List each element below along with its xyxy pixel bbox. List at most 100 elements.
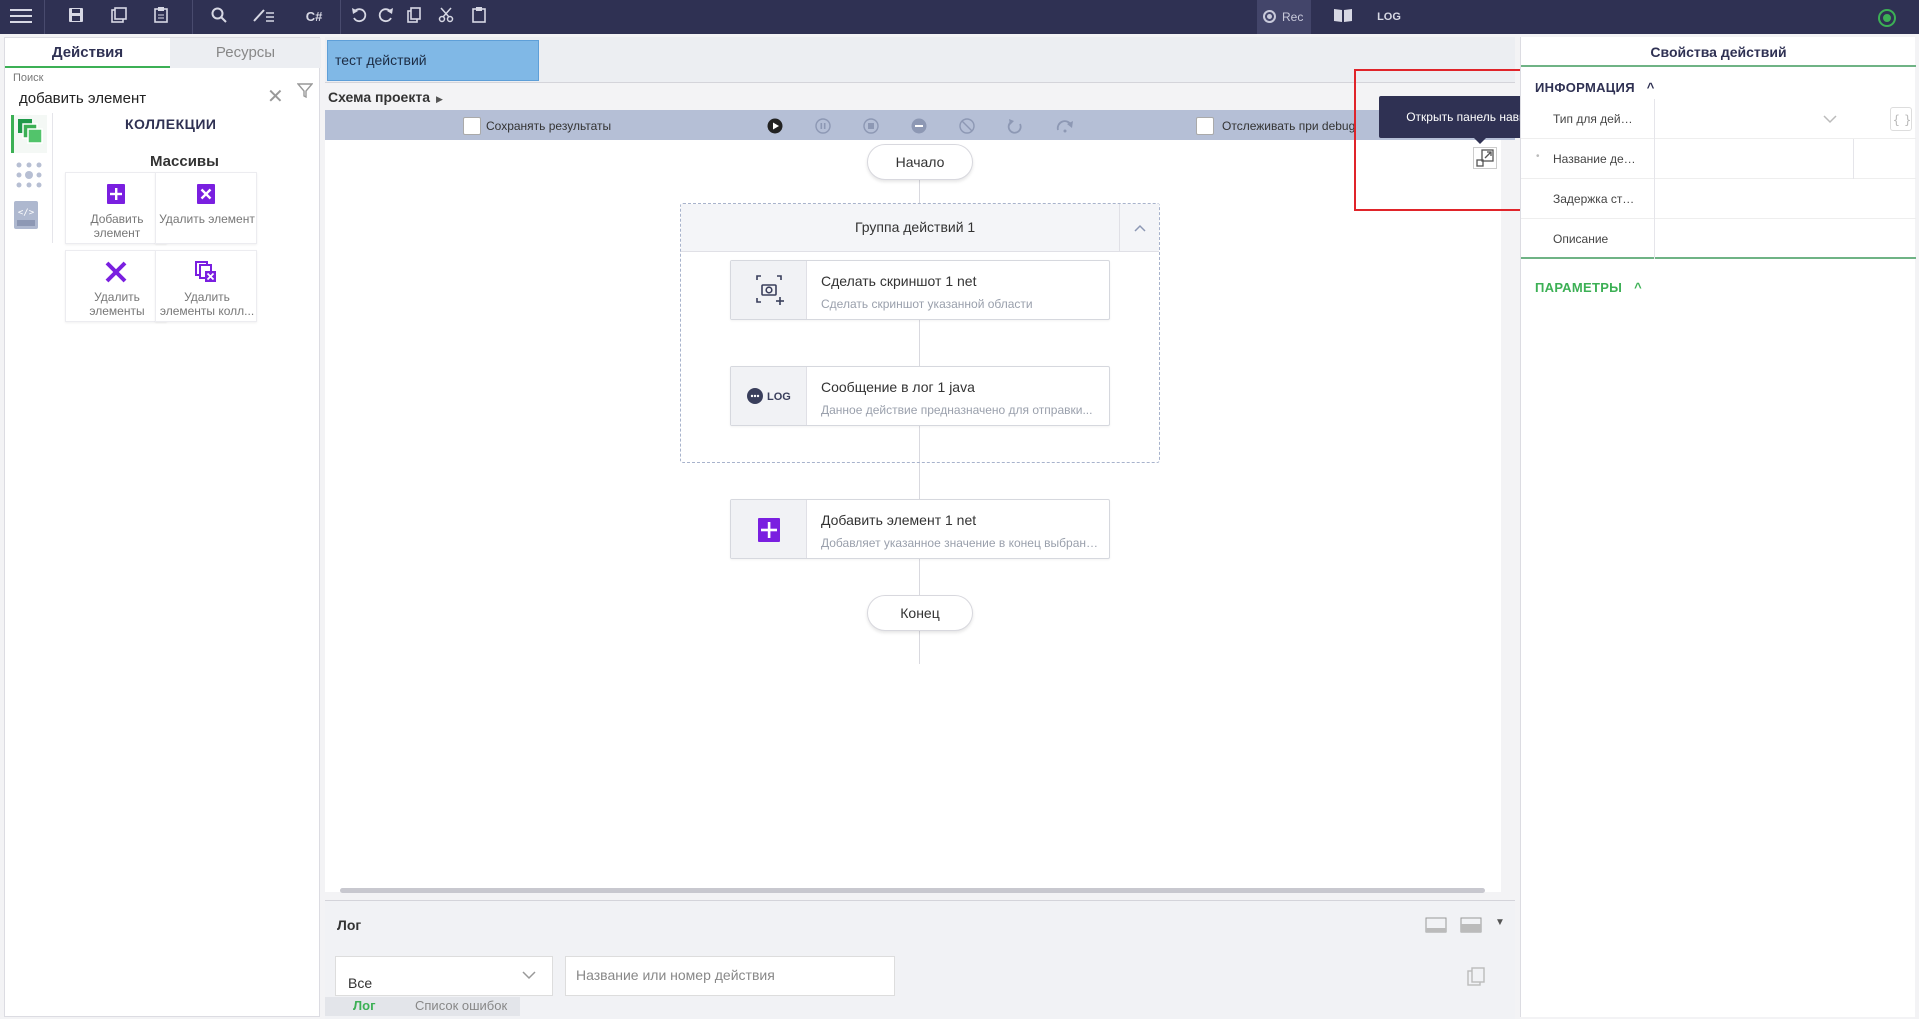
run-icon[interactable]: [767, 118, 783, 134]
add-element-icon: [731, 500, 807, 558]
chevron-down-icon[interactable]: ▼: [1495, 917, 1505, 928]
document-tab[interactable]: тест действий: [327, 40, 539, 81]
copy-icon[interactable]: [403, 7, 425, 27]
redo-icon[interactable]: [375, 7, 397, 27]
csharp-icon[interactable]: C#: [302, 7, 326, 27]
description-field[interactable]: [1654, 219, 1894, 259]
properties-panel-title: Свойства действий: [1521, 37, 1916, 67]
params-section-label: ПАРАМЕТРЫ: [1535, 280, 1623, 295]
disable-icon[interactable]: [959, 118, 975, 134]
category-title: КОЛЛЕКЦИИ: [125, 116, 217, 132]
log-panel: Лог ▼ Все Название или номер действия Ло…: [325, 900, 1515, 1019]
action-card-label: Удалить элемент: [159, 212, 255, 226]
start-node[interactable]: Начало: [867, 144, 973, 180]
tab-resources[interactable]: Ресурсы: [170, 38, 321, 68]
action-card-label: Удалить элементы колл...: [159, 290, 255, 318]
cut-icon[interactable]: [435, 7, 457, 27]
search-icon[interactable]: [208, 7, 230, 27]
copy-log-icon[interactable]: [1467, 967, 1485, 992]
action-card-add-element[interactable]: Добавить элемент: [65, 172, 167, 244]
save-results-label: Сохранять результаты: [486, 119, 612, 133]
log-level-value: Все: [348, 975, 373, 991]
save-results-checkbox[interactable]: [463, 117, 481, 135]
stop-icon[interactable]: [863, 118, 879, 134]
tab-log[interactable]: Лог: [353, 998, 375, 1013]
info-section-header[interactable]: ИНФОРМАЦИЯ ^: [1535, 80, 1655, 95]
breadcrumb[interactable]: Схема проекта ▶: [328, 89, 443, 105]
action-node-log-message[interactable]: LOG Сообщение в лог 1 java Данное действ…: [730, 366, 1110, 426]
restart-icon[interactable]: [1007, 118, 1023, 134]
action-node-title: Сообщение в лог 1 java: [821, 379, 975, 395]
end-node[interactable]: Конец: [867, 595, 973, 631]
horizontal-scrollbar[interactable]: [340, 888, 1485, 893]
log-toggle-button[interactable]: LOG: [1374, 7, 1404, 27]
record-label: Rec: [1282, 10, 1304, 24]
menu-icon[interactable]: [10, 7, 32, 27]
category-rail: </>: [5, 113, 53, 243]
property-label: Название дей...: [1553, 152, 1638, 166]
layout-bottom-icon[interactable]: [1425, 917, 1447, 933]
action-node-title: Добавить элемент 1 net: [821, 512, 977, 528]
property-row-type: Тип для действ... { }: [1521, 99, 1916, 139]
layout-split-icon[interactable]: [1460, 917, 1482, 933]
xml-category-icon[interactable]: </>: [11, 199, 47, 237]
collapse-chevron-icon[interactable]: [1119, 204, 1159, 252]
actions-panel: Действия Ресурсы Поиск добавить элемент …: [4, 37, 321, 1017]
tab-actions[interactable]: Действия: [5, 38, 170, 68]
track-debug-checkbox[interactable]: [1196, 117, 1214, 135]
undo-icon[interactable]: [348, 7, 370, 27]
action-name-field[interactable]: [1654, 139, 1854, 179]
remove-element-icon: [194, 182, 218, 206]
variable-icon[interactable]: { }: [1890, 107, 1912, 131]
save-icon[interactable]: [65, 7, 87, 27]
action-card-remove-element[interactable]: Удалить элемент: [155, 172, 257, 244]
collections-category-icon[interactable]: [11, 115, 47, 153]
params-section-header[interactable]: ПАРАМЕТРЫ ^: [1535, 280, 1642, 295]
action-group-header[interactable]: Группа действий 1: [681, 204, 1159, 252]
debug-toolbar: Сохранять результаты Отслеживать при deb…: [325, 110, 1515, 140]
log-level-select[interactable]: Все: [335, 956, 553, 996]
search-input[interactable]: добавить элемент: [19, 90, 259, 107]
log-tabs: Лог Список ошибок: [325, 997, 520, 1016]
flow-canvas: Начало Группа действий 1 Сделать скриншо…: [325, 140, 1501, 892]
log-panel-title: Лог: [337, 917, 362, 933]
action-node-add-element[interactable]: Добавить элемент 1 net Добавляет указанн…: [730, 499, 1110, 559]
record-button[interactable]: Rec: [1257, 0, 1311, 34]
minus-icon[interactable]: [911, 118, 927, 134]
clipboard-icon[interactable]: [150, 7, 172, 27]
property-row-description: Описание: [1521, 219, 1916, 259]
property-row-delay: Задержка ста...: [1521, 179, 1916, 219]
property-label: Тип для действ...: [1553, 112, 1638, 126]
log-search-input[interactable]: Название или номер действия: [565, 956, 895, 996]
step-over-icon[interactable]: [1055, 118, 1075, 134]
top-toolbar: C# Rec LOG: [0, 0, 1919, 34]
action-card-remove-collection-elements[interactable]: Удалить элементы колл...: [155, 250, 257, 322]
breadcrumb-arrow-icon: ▶: [436, 94, 443, 104]
paste-icon[interactable]: [468, 7, 490, 27]
action-type-select[interactable]: [1654, 99, 1851, 139]
edit-icon[interactable]: [252, 7, 274, 27]
save-as-icon[interactable]: [108, 7, 130, 27]
project-workspace: тест действий Схема проекта ▶ Сохранять р…: [325, 37, 1515, 1017]
chevron-down-icon: [1823, 115, 1837, 124]
left-panel-tabs: Действия Ресурсы: [5, 38, 321, 68]
action-node-description: Сделать скриншот указанной области: [821, 297, 1033, 311]
action-card-remove-elements[interactable]: Удалить элементы: [65, 250, 167, 322]
pause-icon[interactable]: [815, 118, 831, 134]
property-row-name: • Название дей...: [1521, 139, 1916, 179]
action-group-title: Группа действий 1: [855, 219, 976, 235]
tab-error-list[interactable]: Список ошибок: [415, 998, 507, 1013]
property-label: Задержка ста...: [1553, 192, 1638, 206]
search-label: Поиск: [13, 72, 44, 84]
filter-icon[interactable]: [296, 82, 315, 100]
log-icon-label: LOG: [767, 391, 791, 403]
toolbar-divider: [192, 0, 193, 34]
dots-category-icon[interactable]: [11, 157, 47, 195]
record-icon: [1263, 10, 1276, 23]
clear-search-icon[interactable]: ✕: [267, 84, 284, 109]
chevron-down-icon: [522, 971, 536, 980]
start-delay-field[interactable]: [1654, 179, 1894, 219]
book-icon[interactable]: [1332, 7, 1354, 27]
action-node-screenshot[interactable]: Сделать скриншот 1 net Сделать скриншот …: [730, 260, 1110, 320]
action-card-label: Удалить элементы: [89, 290, 145, 318]
